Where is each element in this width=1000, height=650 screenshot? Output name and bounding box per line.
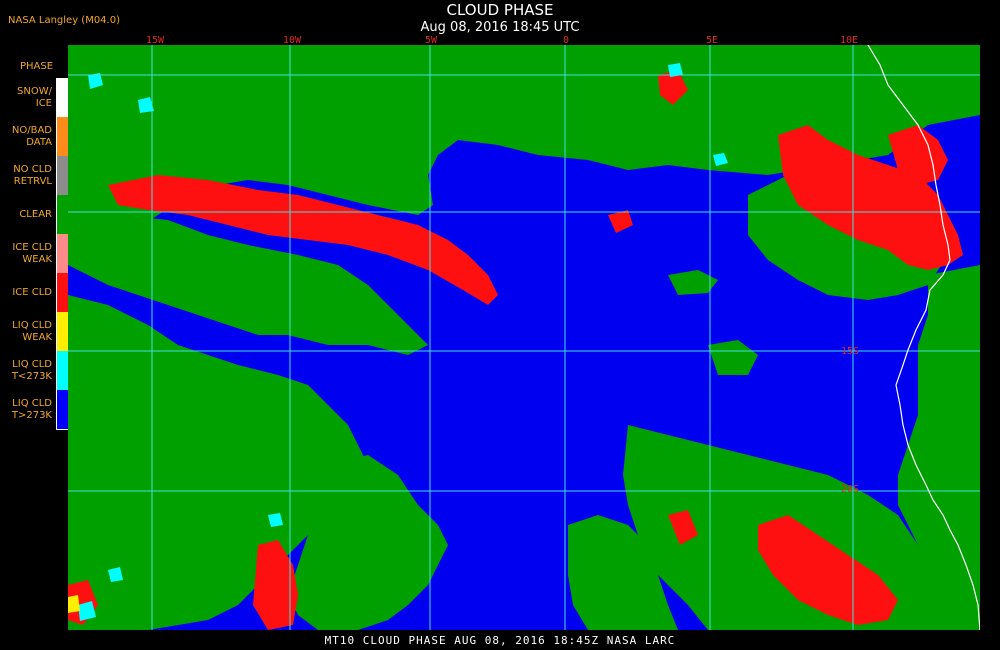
legend-item-label: NO CLD RETRVL [13, 163, 52, 187]
liq-weak-regions [68, 595, 80, 613]
map-canvas [68, 0, 981, 631]
cloud-phase-map [68, 0, 981, 631]
legend-item-label: CLEAR [19, 208, 52, 220]
legend-item-label: NO/BAD DATA [11, 124, 52, 148]
lon-label-0: 0 [563, 35, 570, 46]
legend-title: PHASE [20, 61, 54, 72]
map-title: CLOUD PHASE [446, 1, 554, 19]
legend-item-label: ICE CLD WEAK [12, 241, 52, 265]
lat-label-20s: 20S [841, 484, 860, 495]
lon-label-5w: 5W [425, 35, 438, 46]
legend-item-label: LIQ CLD T>273K [11, 397, 52, 421]
legend-item-label: ICE CLD [12, 286, 52, 298]
lat-label-15s: 15S [841, 346, 860, 357]
legend-item-label: LIQ CLD WEAK [12, 319, 52, 343]
legend-item-label: LIQ CLD T<273K [11, 358, 52, 382]
lon-label-15w: 15W [146, 35, 165, 46]
source-label: NASA Langley (M04.0) [8, 15, 120, 26]
lon-label-10e: 10E [840, 35, 859, 46]
legend-item-label: SNOW/ ICE [17, 85, 52, 109]
yellow-spot-1 [68, 595, 80, 613]
footer-caption: MT10 CLOUD PHASE AUG 08, 2016 18:45Z NAS… [324, 634, 676, 647]
map-datetime: Aug 08, 2016 18:45 UTC [420, 20, 580, 35]
lon-label-10w: 10W [283, 35, 302, 46]
lon-label-5e: 5E [706, 35, 719, 46]
